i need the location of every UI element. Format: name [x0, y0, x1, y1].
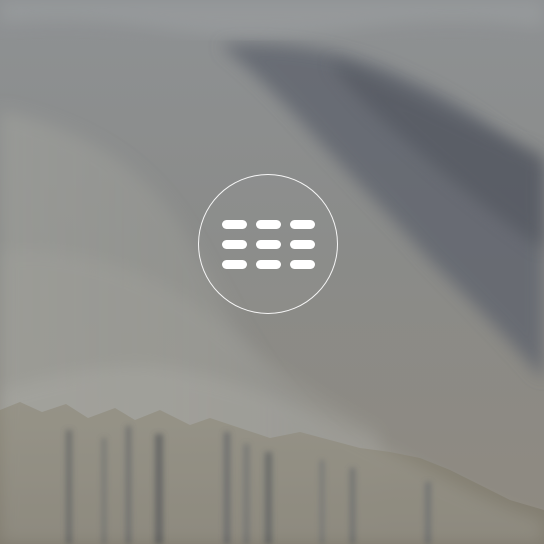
grid-dot — [255, 239, 281, 249]
grid-dot — [221, 259, 247, 269]
grid-dot — [221, 239, 247, 249]
grid-dot — [255, 259, 281, 269]
grid-dot — [255, 219, 281, 229]
grid-dot — [289, 239, 315, 249]
app-launcher-button[interactable] — [198, 174, 338, 314]
app-grid-icon — [221, 215, 315, 273]
grid-dot — [221, 219, 247, 229]
lock-screen — [0, 0, 544, 544]
grid-dot — [289, 259, 315, 269]
grid-dot — [289, 219, 315, 229]
